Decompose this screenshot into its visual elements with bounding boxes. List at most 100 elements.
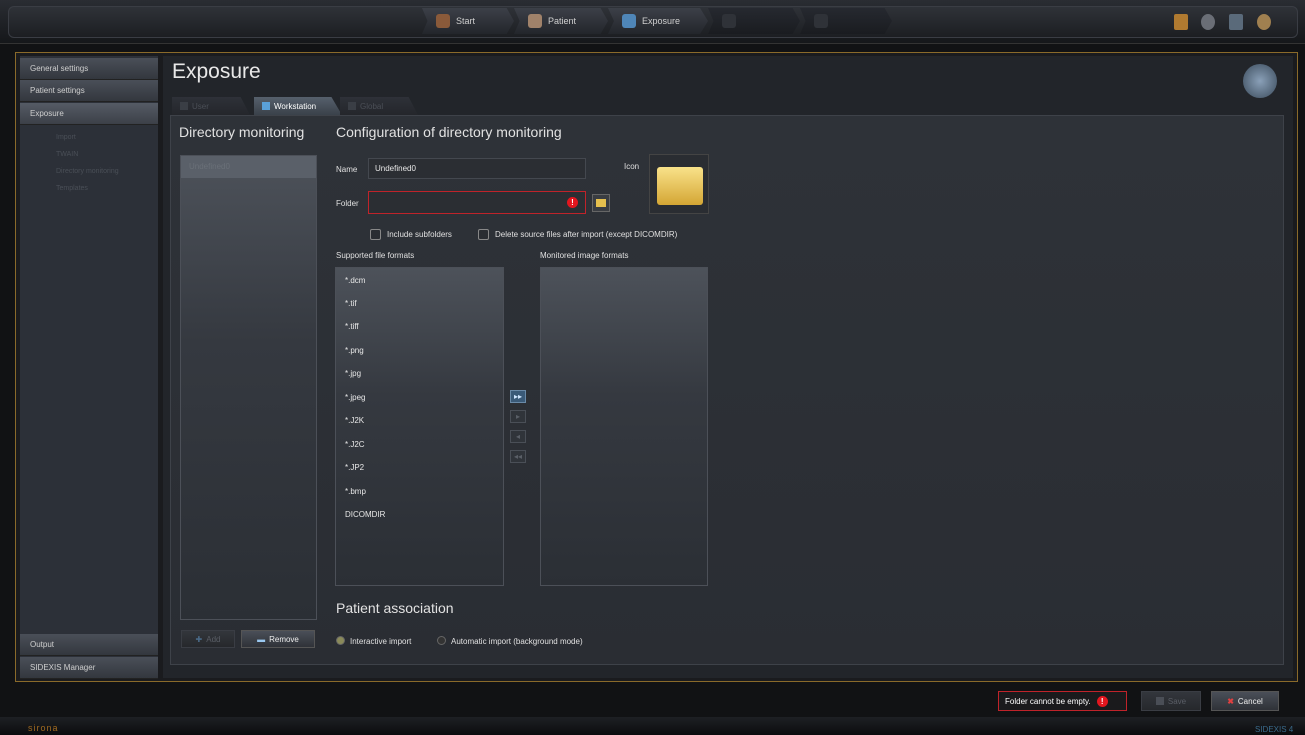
start-icon	[436, 14, 450, 28]
sidebar-subitem-twain[interactable]: TWAIN	[56, 151, 78, 158]
workflow-step-label: Patient	[548, 16, 577, 26]
list-item[interactable]: *.bmp	[345, 487, 366, 496]
tab-label: User	[192, 101, 209, 111]
list-item[interactable]: *.tiff	[345, 322, 359, 331]
include-subfolders-checkbox[interactable]	[370, 229, 381, 240]
user-tab-icon	[180, 102, 188, 110]
step-icon	[722, 14, 736, 28]
list-item[interactable]: *.jpg	[345, 369, 361, 378]
door-icon[interactable]	[1174, 14, 1188, 30]
add-label: Add	[206, 634, 221, 644]
list-item[interactable]: *.J2K	[345, 416, 364, 425]
folder-browse-icon	[596, 199, 606, 207]
workflow-step-disabled	[708, 8, 800, 34]
validation-error: Folder cannot be empty.!	[998, 691, 1127, 711]
save-button[interactable]: Save	[1141, 691, 1201, 711]
delete-source-label: Delete source files after import (except…	[495, 230, 678, 239]
plus-icon: ✚	[195, 634, 203, 644]
sidebar-item-exposure[interactable]: Exposure	[20, 103, 158, 125]
sidebar-subitem-directory-monitoring[interactable]: Directory monitoring	[56, 168, 119, 175]
tab-label: Workstation	[274, 101, 317, 111]
brand-logo: sirona	[28, 723, 59, 733]
monitor-icon[interactable]	[1229, 14, 1243, 30]
interactive-import-radio[interactable]	[336, 636, 345, 645]
folder-icon-picker[interactable]	[649, 154, 709, 214]
global-tab-icon	[348, 102, 356, 110]
save-label: Save	[1167, 696, 1187, 706]
list-item[interactable]: *.J2C	[345, 440, 365, 449]
automatic-import-label: Automatic import (background mode)	[451, 637, 583, 646]
gear-icon[interactable]	[1201, 14, 1215, 30]
minus-icon: ▬	[257, 634, 266, 644]
sidebar-item-output[interactable]: Output	[20, 634, 158, 656]
name-field[interactable]: Undefined0	[368, 158, 586, 179]
delete-source-checkbox[interactable]	[478, 229, 489, 240]
list-item[interactable]: *.dcm	[345, 276, 365, 285]
automatic-import-radio[interactable]	[437, 636, 446, 645]
remove-label: Remove	[269, 634, 299, 644]
cancel-label: Cancel	[1237, 696, 1263, 706]
top-bar: Start Patient Exposure	[0, 0, 1305, 44]
remove-button[interactable]: ▬ Remove	[241, 630, 315, 648]
workflow-step-label: Exposure	[642, 16, 681, 26]
directory-monitoring-heading: Directory monitoring	[179, 124, 305, 140]
exit-settings-icon[interactable]	[1243, 64, 1277, 98]
save-icon	[1155, 697, 1164, 705]
status-bar	[0, 717, 1305, 735]
list-item[interactable]: *.JP2	[345, 463, 364, 472]
folder-icon	[657, 167, 703, 205]
sidebar-item-patient-settings[interactable]: Patient settings	[20, 80, 158, 102]
add-button[interactable]: ✚ Add	[181, 630, 235, 648]
workflow-step-start[interactable]: Start	[422, 8, 514, 34]
sidebar: General settings Patient settings Exposu…	[20, 56, 158, 679]
workflow-step-disabled	[800, 8, 892, 34]
icon-label: Icon	[624, 162, 640, 171]
list-item[interactable]: DICOMDIR	[345, 510, 385, 519]
cancel-icon: ✖	[1227, 696, 1234, 706]
tab-workstation[interactable]: Workstation	[254, 97, 342, 115]
move-all-right-button[interactable]: ▸▸	[510, 390, 526, 403]
product-name: SIDEXIS 4	[1255, 725, 1294, 734]
list-item[interactable]: *.tif	[345, 299, 357, 308]
page-title: Exposure	[172, 60, 261, 83]
sidebar-item-sidexis-manager[interactable]: SIDEXIS Manager	[20, 657, 158, 679]
folder-label: Folder	[336, 199, 359, 208]
workstation-tab-icon	[262, 102, 270, 110]
name-label: Name	[336, 165, 358, 174]
supported-formats-list[interactable]	[335, 267, 504, 586]
tab-global[interactable]: Global	[340, 97, 418, 115]
folder-field[interactable]	[368, 191, 586, 214]
supported-formats-label: Supported file formats	[336, 251, 415, 260]
include-subfolders-label: Include subfolders	[387, 230, 452, 239]
workflow-step-patient[interactable]: Patient	[514, 8, 608, 34]
app-window: Start Patient Exposure General settings …	[0, 0, 1305, 735]
directory-list[interactable]: Undefined0	[180, 155, 317, 620]
step-icon	[814, 14, 828, 28]
user-icon[interactable]	[1257, 14, 1271, 30]
sidebar-item-general-settings[interactable]: General settings	[20, 58, 158, 80]
list-item[interactable]: *.png	[345, 346, 364, 355]
error-icon: !	[1096, 695, 1108, 707]
patient-association-heading: Patient association	[336, 600, 454, 616]
monitored-formats-list[interactable]	[540, 267, 708, 586]
move-right-button[interactable]: ▸	[510, 410, 526, 423]
list-item[interactable]: *.jpeg	[345, 393, 365, 402]
cancel-button[interactable]: ✖ Cancel	[1211, 691, 1279, 711]
tab-user[interactable]: User	[172, 97, 250, 115]
error-icon: !	[567, 197, 578, 208]
config-heading: Configuration of directory monitoring	[336, 124, 562, 140]
error-text: Folder cannot be empty.	[1005, 696, 1091, 706]
monitored-formats-label: Monitored image formats	[540, 251, 629, 260]
browse-folder-button[interactable]	[592, 194, 610, 212]
workflow-step-exposure[interactable]: Exposure	[608, 8, 708, 34]
exposure-icon	[622, 14, 636, 28]
move-left-button[interactable]: ◂	[510, 430, 526, 443]
list-item[interactable]: Undefined0	[181, 156, 316, 178]
sidebar-subitem-templates[interactable]: Templates	[56, 185, 88, 192]
patient-icon	[528, 14, 542, 28]
sidebar-subitem-import[interactable]: Import	[56, 134, 76, 141]
workflow-step-label: Start	[456, 16, 476, 26]
interactive-import-label: Interactive import	[350, 637, 412, 646]
move-all-left-button[interactable]: ◂◂	[510, 450, 526, 463]
tab-label: Global	[360, 101, 384, 111]
